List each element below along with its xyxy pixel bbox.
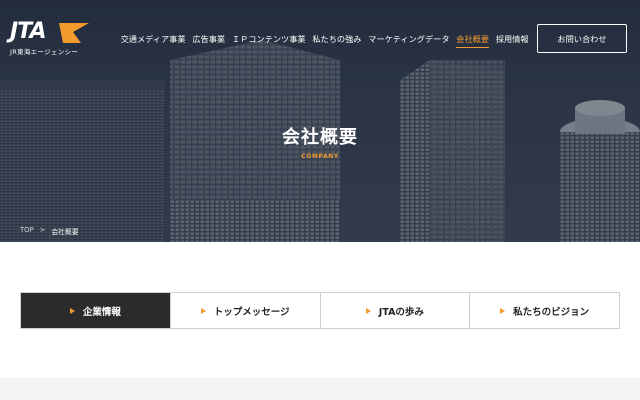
- page-title: 会社概要: [282, 127, 358, 148]
- tab-vision[interactable]: 私たちのビジョン: [470, 293, 619, 328]
- nav-item-recruit[interactable]: 採用情報: [492, 33, 532, 45]
- contact-button[interactable]: お問い合わせ: [537, 24, 627, 53]
- company-tabs: 企業情報 トップメッセージ JTAの歩み 私たちのビジョン: [20, 292, 620, 329]
- nav-item-transport-media[interactable]: 交通メディア事業: [117, 33, 189, 45]
- logo-mark: JTA: [10, 19, 47, 44]
- breadcrumb: TOP > 会社概要: [20, 226, 79, 236]
- triangle-right-icon: [500, 307, 506, 314]
- logo-subtitle: JR東海エージェンシー: [10, 48, 79, 56]
- tab-top-message[interactable]: トップメッセージ: [170, 293, 321, 328]
- nav-item-ip-contents[interactable]: ＩＰコンテンツ事業: [228, 33, 308, 45]
- tab-label: 私たちのビジョン: [513, 306, 590, 318]
- nav-item-strengths[interactable]: 私たちの強み: [309, 33, 365, 45]
- breadcrumb-home-link[interactable]: TOP: [20, 226, 34, 236]
- triangle-right-icon: [365, 307, 371, 314]
- breadcrumb-separator: >: [39, 226, 46, 234]
- tab-label: 企業情報: [82, 306, 121, 318]
- jta-logo[interactable]: JTA JR東海エージェンシー: [10, 19, 90, 56]
- page-subtitle: COMPANY: [301, 153, 339, 160]
- breadcrumb-current: 会社概要: [51, 228, 79, 236]
- nav-item-company[interactable]: 会社概要: [453, 33, 493, 48]
- tab-label: トップメッセージ: [213, 306, 290, 318]
- global-nav: 交通メディア事業 広告事業 ＩＰコンテンツ事業 私たちの強み マーケティングデー…: [117, 33, 532, 48]
- nav-item-marketing-data[interactable]: マーケティングデータ: [365, 33, 453, 45]
- triangle-right-icon: [200, 307, 206, 314]
- triangle-right-icon: [69, 307, 75, 314]
- tab-history[interactable]: JTAの歩み: [320, 293, 471, 328]
- nav-item-advertising[interactable]: 広告事業: [189, 33, 229, 45]
- tab-label: JTAの歩み: [378, 306, 424, 318]
- tab-corporate-info[interactable]: 企業情報: [21, 293, 171, 328]
- content-section-background: [0, 378, 640, 400]
- logo-flag-icon: [59, 23, 89, 43]
